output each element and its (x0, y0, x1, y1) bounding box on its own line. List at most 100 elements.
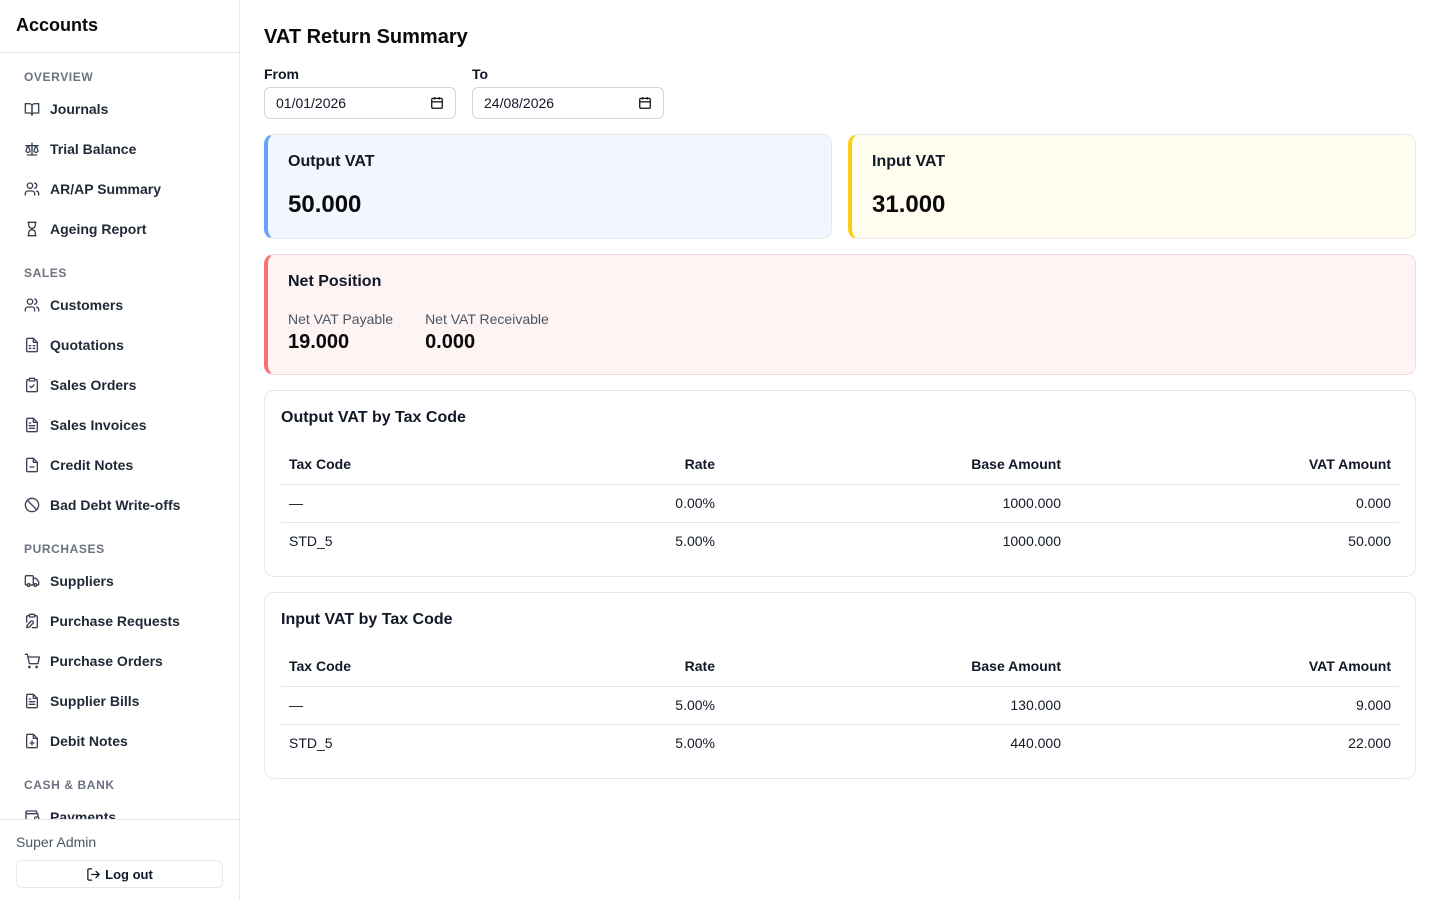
to-date-value: 24/08/2026 (484, 95, 555, 111)
to-label: To (472, 66, 489, 82)
sidebar-item-label: Supplier Bills (50, 693, 140, 709)
app-title: Accounts (0, 0, 239, 53)
sidebar: Accounts OVERVIEW Journals Trial Balance AR… (0, 0, 240, 900)
input-table-title: Input VAT by Tax Code (281, 611, 453, 628)
column-header: VAT Amount (1069, 447, 1399, 485)
sidebar-item-supplier-bills[interactable]: Supplier Bills (0, 681, 239, 721)
net-receivable-value: 0.000 (425, 331, 476, 353)
sidebar-item-label: Sales Orders (50, 377, 137, 393)
hourglass-icon (24, 221, 40, 237)
clipboard-edit-icon (24, 613, 40, 629)
to-field: To 24/08/2026 (472, 66, 664, 119)
sidebar-nav: OVERVIEW Journals Trial Balance AR/AP Summa… (0, 53, 239, 819)
output-table-title: Output VAT by Tax Code (281, 409, 466, 426)
calendar-icon[interactable] (638, 96, 652, 110)
clipboard-check-icon (24, 377, 40, 393)
from-date-input[interactable]: 01/01/2026 (264, 87, 456, 119)
net-receivable: Net VAT Receivable 0.000 (425, 311, 549, 354)
book-open-icon (24, 101, 40, 117)
sidebar-item-payments[interactable]: Payments (0, 797, 239, 819)
sidebar-item-label: Customers (50, 297, 124, 313)
sidebar-item-purchase-orders[interactable]: Purchase Orders (0, 641, 239, 681)
nav-section-label: OVERVIEW (24, 70, 94, 84)
sidebar-item-journals[interactable]: Journals (0, 89, 239, 129)
file-text-icon (24, 693, 40, 709)
table-row: STD_5 5.00% 440.000 22.000 (281, 725, 1399, 763)
sidebar-item-customers[interactable]: Customers (0, 285, 239, 325)
column-header: Rate (501, 447, 723, 485)
input-vat-table: Tax Code Rate Base Amount VAT Amount — 5… (281, 649, 1399, 762)
sidebar-item-sales-orders[interactable]: Sales Orders (0, 365, 239, 405)
net-position-label: Net Position (288, 273, 382, 290)
output-vat-label: Output VAT (288, 153, 375, 170)
base-amount-cell: 440.000 (1010, 735, 1061, 751)
table-row: — 5.00% 130.000 9.000 (281, 686, 1399, 725)
rate-cell: 5.00% (501, 686, 723, 725)
base-amount-cell: 1000.000 (723, 484, 1069, 523)
input-vat-value: 31.000 (872, 191, 946, 218)
output-vat-card: Output VAT 50.000 (264, 134, 832, 239)
rate-cell: 5.00% (675, 533, 715, 549)
shopping-cart-icon (24, 653, 40, 669)
log-out-icon (87, 867, 100, 881)
sidebar-item-label: Ageing Report (50, 221, 147, 237)
tax-code-cell: — (281, 484, 501, 523)
sidebar-item-label: Credit Notes (50, 457, 134, 473)
tax-code-cell: — (281, 686, 501, 725)
output-vat-value: 50.000 (288, 191, 362, 218)
sidebar-item-credit-notes[interactable]: Credit Notes (0, 445, 239, 485)
column-header: Tax Code (281, 447, 501, 485)
vat-amount-cell: 0.000 (1069, 484, 1399, 523)
tax-code-cell: STD_5 (289, 533, 333, 549)
net-payable-label: Net VAT Payable (288, 311, 394, 327)
file-text-icon (24, 417, 40, 433)
to-date-input[interactable]: 24/08/2026 (472, 87, 664, 119)
output-vat-table: Tax Code Rate Base Amount VAT Amount — 0… (281, 447, 1399, 560)
calendar-icon[interactable] (430, 96, 444, 110)
column-header: Base Amount (723, 649, 1069, 687)
sidebar-item-sales-invoices[interactable]: Sales Invoices (0, 405, 239, 445)
net-position-card: Net Position Net VAT Payable 19.000 Net … (264, 254, 1416, 375)
main-content: VAT Return Summary From 01/01/2026 To 24… (240, 0, 1440, 900)
sidebar-item-label: Purchase Orders (50, 653, 163, 669)
sidebar-item-label: Purchase Requests (50, 613, 180, 629)
net-payable: Net VAT Payable 19.000 (288, 311, 393, 354)
file-spreadsheet-icon (24, 337, 40, 353)
sidebar-item-label: Payments (50, 809, 117, 819)
vat-amount-cell: 9.000 (1069, 686, 1399, 725)
sidebar-item-quotations[interactable]: Quotations (0, 325, 239, 365)
sidebar-item-label: Bad Debt Write-offs (50, 497, 181, 513)
sidebar-item-label: Debit Notes (50, 733, 128, 749)
ban-icon (24, 497, 40, 513)
input-vat-label: Input VAT (872, 153, 946, 170)
date-filter: From 01/01/2026 To 24/08/2026 (264, 66, 1416, 119)
sidebar-item-suppliers[interactable]: Suppliers (0, 561, 239, 601)
wallet-icon (24, 809, 40, 819)
vat-amount-cell: 22.000 (1348, 735, 1391, 751)
column-header: Base Amount (723, 447, 1069, 485)
logout-button[interactable]: Log out (16, 860, 223, 888)
sidebar-item-ageing-report[interactable]: Ageing Report (0, 209, 239, 249)
page-title: VAT Return Summary (264, 26, 468, 48)
tax-code-cell: STD_5 (289, 735, 333, 751)
sidebar-item-debit-notes[interactable]: Debit Notes (0, 721, 239, 761)
sidebar-item-bad-debt-write-offs[interactable]: Bad Debt Write-offs (0, 485, 239, 525)
user-name: Super Admin (16, 834, 97, 850)
table-header-row: Tax Code Rate Base Amount VAT Amount (281, 649, 1399, 687)
from-label: From (264, 66, 299, 82)
sidebar-item-ar-ap-summary[interactable]: AR/AP Summary (0, 169, 239, 209)
table-header-row: Tax Code Rate Base Amount VAT Amount (281, 447, 1399, 485)
column-header: Rate (501, 649, 723, 687)
base-amount-cell: 130.000 (723, 686, 1069, 725)
file-plus-icon (24, 733, 40, 749)
rate-cell: 0.00% (501, 484, 723, 523)
users-icon (24, 297, 40, 313)
net-position-values: Net VAT Payable 19.000 Net VAT Receivabl… (288, 311, 1395, 354)
truck-icon (24, 573, 40, 589)
sidebar-item-purchase-requests[interactable]: Purchase Requests (0, 601, 239, 641)
sidebar-item-label: AR/AP Summary (50, 181, 162, 197)
output-vat-table-card: Output VAT by Tax Code Tax Code Rate Bas… (264, 390, 1416, 577)
sidebar-item-trial-balance[interactable]: Trial Balance (0, 129, 239, 169)
nav-section-label: CASH & BANK (24, 778, 115, 792)
nav-section-label: PURCHASES (24, 542, 105, 556)
